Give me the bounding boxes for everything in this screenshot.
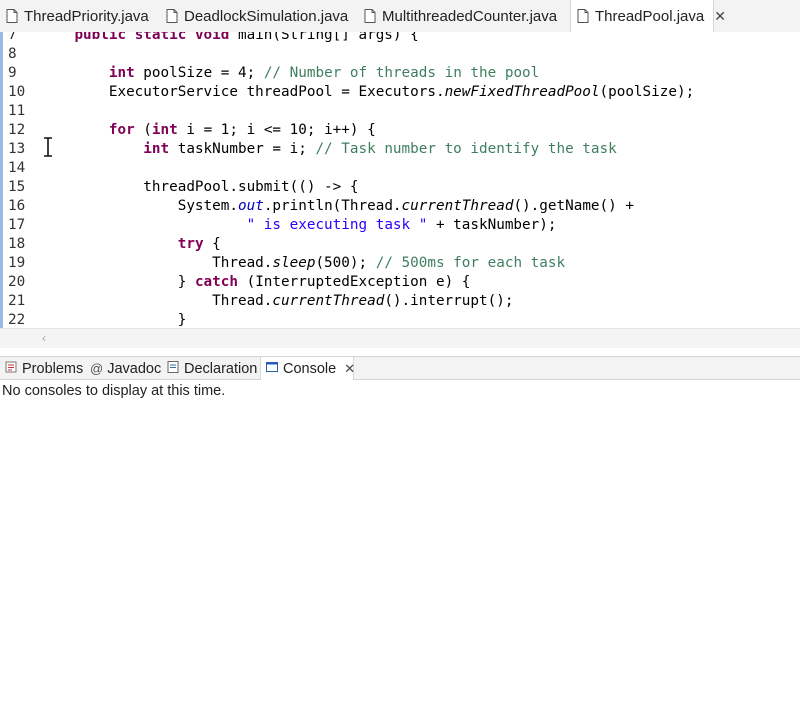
code-text: } xyxy=(40,312,187,328)
tab-label: MultithreadedCounter.java xyxy=(382,7,558,25)
code-line[interactable]: 22 } xyxy=(0,311,800,328)
java-file-icon xyxy=(577,9,589,23)
javadoc-icon: @ xyxy=(90,361,104,376)
line-number: 12 xyxy=(8,122,26,138)
code-line[interactable]: 16 System.out.println(Thread.currentThre… xyxy=(0,197,800,216)
code-line[interactable]: 14 xyxy=(0,159,800,178)
code-text: } catch (InterruptedException e) { xyxy=(40,274,471,290)
horizontal-scrollbar[interactable]: ‹ xyxy=(0,328,800,349)
tab-label: Declaration xyxy=(184,360,258,377)
code-line[interactable]: 12 for (int i = 1; i <= 10; i++) { xyxy=(0,121,800,140)
code-text: for (int i = 1; i <= 10; i++) { xyxy=(108,122,376,138)
code-line[interactable]: 8 xyxy=(0,45,800,64)
tab-label: DeadlockSimulation.java xyxy=(184,7,349,25)
code-line[interactable]: 11 xyxy=(0,102,800,121)
code-line[interactable]: 20 } catch (InterruptedException e) { xyxy=(0,273,800,292)
tab-label: Console xyxy=(283,360,337,377)
line-number: 20 xyxy=(8,274,26,290)
problems-icon xyxy=(4,360,18,378)
line-number: 13 xyxy=(8,141,26,157)
code-text: int poolSize = 4; // Number of threads i… xyxy=(108,65,540,81)
code-editor[interactable]: 7 public static void main(String[] args)… xyxy=(0,32,800,328)
code-line[interactable]: 17 " is executing task " + taskNumber); xyxy=(0,216,800,235)
close-icon[interactable]: ✕ xyxy=(344,361,355,377)
code-text: threadPool.submit(() -> { xyxy=(40,179,359,195)
console-icon xyxy=(265,360,279,378)
line-number: 18 xyxy=(8,236,26,252)
tab-label: Javadoc xyxy=(107,360,162,377)
line-number: 7 xyxy=(8,32,17,43)
line-number: 8 xyxy=(8,46,17,62)
line-number: 9 xyxy=(8,65,17,81)
line-number: 22 xyxy=(8,312,26,328)
line-number: 19 xyxy=(8,255,26,271)
tab-label: Problems xyxy=(22,360,84,377)
tab-declaration[interactable]: Declaration xyxy=(162,357,260,380)
line-number: 14 xyxy=(8,160,26,176)
java-file-icon xyxy=(364,9,376,23)
tab-label: ThreadPriority.java xyxy=(24,7,149,25)
code-line[interactable]: 13 int taskNumber = i; // Task number to… xyxy=(0,140,800,159)
code-text: System.out.println(Thread.currentThread(… xyxy=(40,198,634,214)
tab-multithreadedcounter[interactable]: MultithreadedCounter.java xyxy=(358,0,562,32)
code-text: public static void main(String[] args) { xyxy=(74,32,419,43)
panel-sash[interactable] xyxy=(0,348,800,356)
close-icon[interactable]: ✕ xyxy=(714,8,726,25)
line-number: 16 xyxy=(8,198,26,214)
java-file-icon xyxy=(6,9,18,23)
code-line[interactable]: 9 int poolSize = 4; // Number of threads… xyxy=(0,64,800,83)
code-text: try { xyxy=(177,236,221,252)
code-text: " is executing task " + taskNumber); xyxy=(246,217,557,233)
tab-deadlocksimulation[interactable]: DeadlockSimulation.java xyxy=(160,0,350,32)
code-text: Thread.currentThread().interrupt(); xyxy=(40,293,514,309)
code-line[interactable]: 19 Thread.sleep(500); // 500ms for each … xyxy=(0,254,800,273)
tab-label: ThreadPool.java xyxy=(595,7,705,25)
tab-javadoc[interactable]: @ Javadoc xyxy=(86,357,162,380)
line-number: 10 xyxy=(8,84,26,100)
code-text: Thread.sleep(500); // 500ms for each tas… xyxy=(40,255,566,271)
scroll-left-icon[interactable]: ‹ xyxy=(42,331,46,345)
code-line[interactable]: 7 public static void main(String[] args)… xyxy=(0,32,800,45)
code-line[interactable]: 10 ExecutorService threadPool = Executor… xyxy=(0,83,800,102)
line-number: 11 xyxy=(8,103,26,119)
code-text: ExecutorService threadPool = Executors.n… xyxy=(40,84,695,100)
console-empty-message: No consoles to display at this time. xyxy=(2,383,226,399)
tab-threadpool[interactable]: ThreadPool.java ✕ xyxy=(570,0,726,32)
code-line[interactable]: 15 threadPool.submit(() -> { xyxy=(0,178,800,197)
editor-tab-bar: ThreadPriority.java DeadlockSimulation.j… xyxy=(0,0,800,33)
code-line[interactable]: 21 Thread.currentThread().interrupt(); xyxy=(0,292,800,311)
code-text: int taskNumber = i; // Task number to id… xyxy=(143,141,617,157)
tab-console[interactable]: Console ✕ xyxy=(260,357,355,380)
java-file-icon xyxy=(166,9,178,23)
declaration-icon xyxy=(166,360,180,378)
text-cursor-icon xyxy=(42,137,54,157)
line-number: 21 xyxy=(8,293,26,309)
line-number: 17 xyxy=(8,217,26,233)
view-tab-bar: Problems @ Javadoc Declaration Console ✕ xyxy=(0,356,800,380)
tab-threadpriority[interactable]: ThreadPriority.java xyxy=(0,0,149,32)
console-panel: No consoles to display at this time. xyxy=(0,380,800,724)
line-number: 15 xyxy=(8,179,26,195)
tab-problems[interactable]: Problems xyxy=(0,357,86,380)
code-line[interactable]: 18 try { xyxy=(0,235,800,254)
